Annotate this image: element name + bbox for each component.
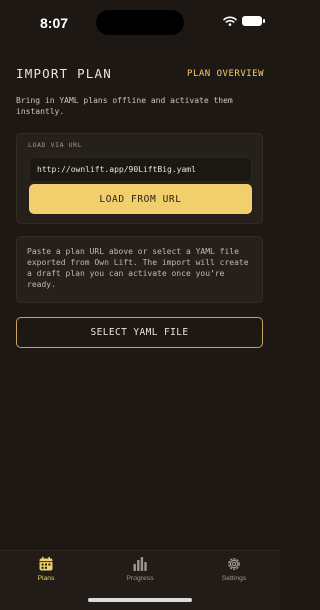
load-url-card: LOAD VIA URL LOAD FROM URL (16, 133, 263, 224)
dynamic-island (96, 10, 184, 35)
system-icons (223, 16, 265, 26)
url-input[interactable] (29, 157, 252, 182)
intro-text: Bring in YAML plans offline and activate… (16, 96, 233, 116)
status-time: 8:07 (40, 15, 69, 31)
bar-chart-icon (133, 557, 147, 571)
plan-overview-link[interactable]: PLAN OVERVIEW (187, 69, 264, 79)
tab-progress[interactable]: Progress (100, 556, 180, 582)
calendar-icon (39, 556, 53, 571)
tab-plans-label: Plans (37, 575, 55, 582)
tab-settings-label: Settings (221, 575, 247, 582)
select-yaml-file-button[interactable]: SELECT YAML FILE (16, 317, 263, 348)
gear-icon (228, 558, 240, 570)
tab-plans[interactable]: Plans (6, 556, 86, 582)
header: IMPORT PLAN PLAN OVERVIEW (16, 66, 264, 81)
status-bar: 8:07 (0, 0, 280, 44)
home-indicator (88, 598, 192, 602)
tab-settings[interactable]: Settings (194, 556, 274, 582)
tab-progress-label: Progress (126, 575, 154, 582)
load-from-url-button[interactable]: LOAD FROM URL (29, 184, 252, 214)
info-card: Paste a plan URL above or select a YAML … (16, 236, 263, 303)
wifi-icon (223, 16, 237, 26)
battery-icon (242, 16, 265, 26)
load-url-label: LOAD VIA URL (28, 141, 83, 149)
page-title: IMPORT PLAN (16, 66, 112, 81)
